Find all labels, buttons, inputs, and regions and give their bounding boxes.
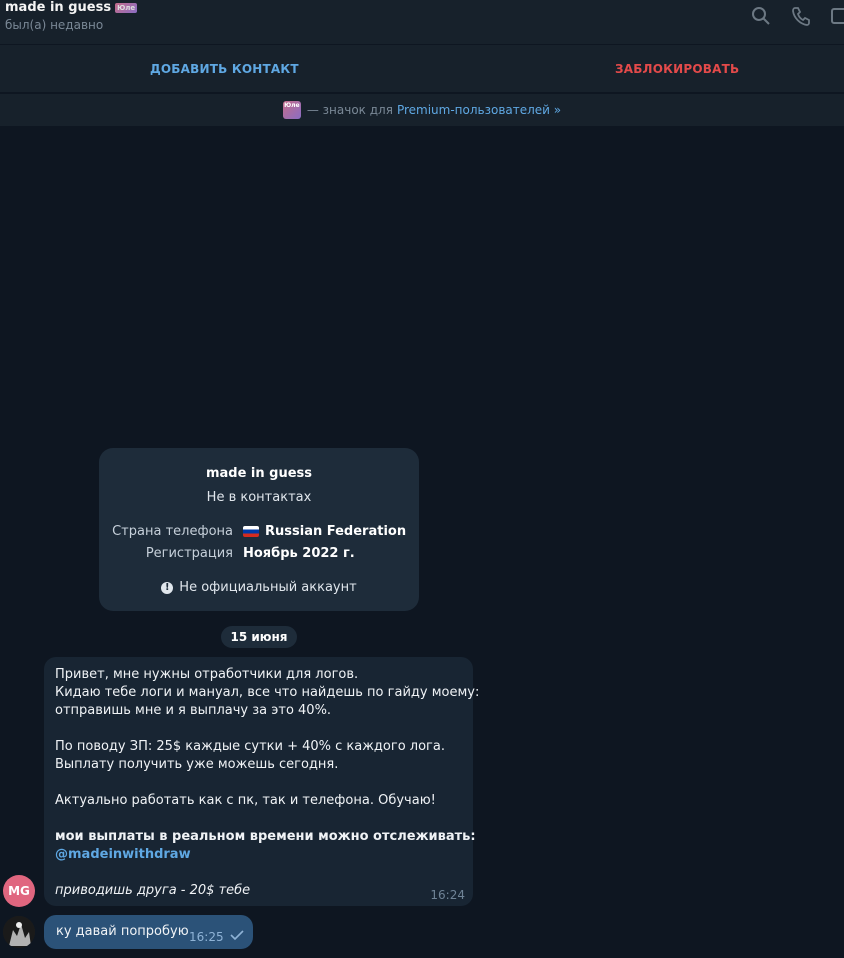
message-line: Выплату получить уже можешь сегодня. — [55, 757, 339, 772]
message-time: 16:25 — [189, 930, 224, 944]
premium-link[interactable]: Premium-пользователей » — [397, 103, 561, 117]
add-contact-button[interactable]: ДОБАВИТЬ КОНТАКТ — [150, 62, 299, 76]
info-subtitle: Не в контактах — [206, 490, 312, 505]
message-line: Кидаю тебе логи и мануал, все что найдеш… — [55, 685, 480, 700]
message-time: 16:24 — [430, 888, 465, 902]
chat-header: made in guess Юле был(а) недавно — [0, 0, 844, 44]
message-line: Актуально работать как с пк, так и телеф… — [55, 793, 436, 808]
chat-status: был(а) недавно — [5, 18, 104, 32]
premium-badge-icon: Юле — [282, 101, 301, 119]
premium-text: — значок для — [306, 103, 393, 117]
chat-title-text: made in guess — [5, 0, 112, 15]
info-key: Страна телефона — [112, 524, 233, 539]
action-bar: ДОБАВИТЬ КОНТАКТ ЗАБЛОКИРОВАТЬ — [0, 44, 844, 93]
chat-title[interactable]: made in guess Юле — [5, 0, 138, 15]
read-check-icon — [230, 930, 244, 941]
panel-icon[interactable] — [830, 6, 844, 26]
ru-flag-icon — [243, 526, 259, 537]
unofficial-note: ! Не официальный аккаунт — [99, 580, 419, 595]
message-line: Привет, мне нужны отработчики для логов. — [55, 667, 359, 682]
my-avatar[interactable] — [3, 916, 35, 948]
search-icon[interactable] — [751, 6, 771, 26]
message-line-bold: мои выплаты в реальном времени можно отс… — [55, 829, 476, 844]
message-line-italic: приводишь друга - 20$ тебе — [55, 883, 251, 898]
contact-info-card: made in guess Не в контактах Страна теле… — [99, 448, 419, 611]
incoming-message[interactable]: Привет, мне нужны отработчики для логов.… — [44, 657, 479, 906]
date-separator: 15 июня — [221, 626, 297, 648]
info-key: Регистрация — [145, 546, 233, 561]
channel-link[interactable]: @madeinwithdraw — [55, 847, 191, 862]
block-button[interactable]: ЗАБЛОКИРОВАТЬ — [615, 62, 739, 76]
message-text: ку давай попробую — [56, 924, 189, 939]
phone-icon[interactable] — [791, 6, 811, 26]
avatar[interactable]: MG — [3, 875, 35, 907]
info-value: Ноябрь 2022 г. — [243, 546, 355, 561]
info-value-text: Russian Federation — [265, 524, 407, 539]
note-text: Не официальный аккаунт — [179, 580, 357, 595]
message-line: По поводу ЗП: 25$ каждые сутки + 40% с к… — [55, 739, 445, 754]
info-name: made in guess — [205, 466, 313, 481]
outgoing-message[interactable]: ку давай попробую 16:25 — [44, 915, 253, 949]
message-line: отправишь мне и я выплачу за это 40%. — [55, 703, 332, 718]
warning-icon: ! — [161, 581, 174, 594]
premium-bar: Юле — значок для Premium-пользователей » — [0, 94, 844, 126]
info-value: Russian Federation — [243, 524, 406, 539]
premium-badge-icon: Юле — [115, 2, 138, 13]
